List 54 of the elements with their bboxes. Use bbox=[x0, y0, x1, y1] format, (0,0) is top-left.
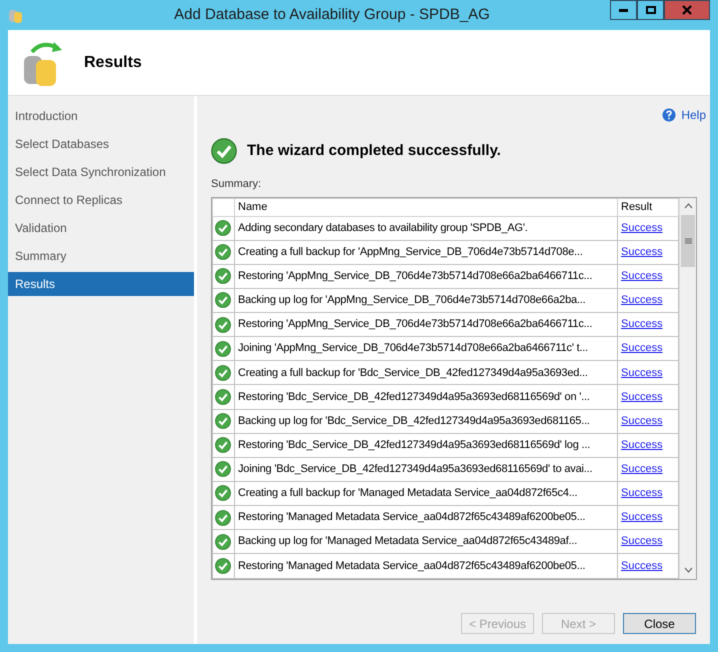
table-cell: Restoring 'Bdc_Service_DB_42fed127349d4a95a3693ed68116569d' log ... bbox=[234, 433, 618, 458]
success-check-icon bbox=[215, 558, 231, 574]
help-link[interactable]: Help bbox=[681, 106, 706, 124]
scroll-up-icon bbox=[684, 203, 692, 209]
close-window-button[interactable] bbox=[664, 0, 710, 20]
sidebar-item[interactable]: Connect to Replicas bbox=[8, 188, 194, 212]
success-check-icon bbox=[215, 220, 231, 236]
table-cell: Joining 'AppMng_Service_DB_706d4e73b5714d708e66a2ba6466711c' t... bbox=[234, 336, 618, 361]
table-cell: Restoring 'Managed Metadata Service_aa04d872f65c43489af6200be05... bbox=[234, 554, 618, 578]
status-message: The wizard completed successfully. bbox=[247, 140, 501, 161]
summary-label: Summary: bbox=[211, 177, 262, 192]
sidebar-item[interactable]: Introduction bbox=[8, 104, 194, 128]
help-icon bbox=[662, 108, 676, 122]
success-check-icon bbox=[215, 461, 231, 478]
table-cell: Backing up log for 'Managed Metadata Service_aa04d872f65c43489af... bbox=[234, 530, 618, 554]
sidebar-item[interactable]: Validation bbox=[8, 216, 194, 240]
success-check-icon bbox=[215, 292, 231, 308]
success-check-icon bbox=[215, 268, 231, 284]
sidebar-item[interactable]: Results bbox=[8, 272, 194, 296]
success-check-icon bbox=[215, 413, 231, 430]
table-cell: Creating a full backup for 'Managed Metadata Service_aa04d872f65c4... bbox=[234, 481, 618, 506]
table-cell: Backing up log for 'AppMng_Service_DB_706d4e73b5714d708e66a2ba... bbox=[234, 288, 618, 312]
success-check-icon bbox=[215, 364, 231, 381]
grip-icon bbox=[684, 238, 692, 244]
success-check-icon bbox=[215, 388, 231, 405]
table-cell: Restoring 'Managed Metadata Service_aa04d872f65c43489af6200be05... bbox=[234, 506, 618, 530]
table-cell: Restoring 'AppMng_Service_DB_706d4e73b5714d708e66a2ba6466711c... bbox=[234, 312, 618, 337]
success-check-icon bbox=[211, 138, 237, 164]
column-header[interactable]: Name bbox=[234, 198, 618, 216]
success-check-icon bbox=[215, 340, 231, 357]
sidebar-item[interactable]: Select Data Synchronization bbox=[8, 160, 194, 184]
scrollbar[interactable] bbox=[679, 198, 696, 578]
scroll-down-icon bbox=[684, 567, 692, 573]
table-cell: Adding secondary databases to availability group 'SPDB_AG'. bbox=[234, 216, 618, 240]
column-header[interactable]: Result bbox=[618, 198, 678, 216]
table-cell: Creating a full backup for 'Bdc_Service_DB_42fed127349d4a95a3693ed... bbox=[234, 360, 618, 385]
window-title: Add Database to Availability Group - SPDB_AG bbox=[173, 4, 491, 25]
table-cell: Restoring 'Bdc_Service_DB_42fed127349d4a95a3693ed68116569d' on '... bbox=[234, 384, 618, 409]
table-cell: Joining 'Bdc_Service_DB_42fed127349d4a95a3693ed68116569d' to avai... bbox=[234, 457, 618, 482]
table-cell: Creating a full backup for 'AppMng_Service_DB_706d4e73b5714d708e... bbox=[234, 240, 618, 264]
success-check-icon bbox=[215, 534, 231, 550]
close-icon bbox=[682, 5, 692, 15]
sidebar-item[interactable]: Summary bbox=[8, 244, 194, 268]
table-cell: Restoring 'AppMng_Service_DB_706d4e73b5714d708e66a2ba6466711c... bbox=[234, 264, 618, 288]
success-check-icon bbox=[215, 510, 231, 526]
table-cell: Backing up log for 'Bdc_Service_DB_42fed127349d4a95a3693ed681165... bbox=[234, 409, 618, 434]
success-check-icon bbox=[215, 316, 231, 333]
minimize-button[interactable] bbox=[610, 0, 637, 20]
success-check-icon bbox=[215, 485, 231, 502]
page-heading: Results bbox=[84, 52, 142, 72]
success-check-icon bbox=[215, 437, 231, 454]
success-check-icon bbox=[215, 244, 231, 260]
sidebar-item[interactable]: Select Databases bbox=[8, 132, 194, 156]
wizard-button[interactable]: Close bbox=[623, 613, 696, 634]
